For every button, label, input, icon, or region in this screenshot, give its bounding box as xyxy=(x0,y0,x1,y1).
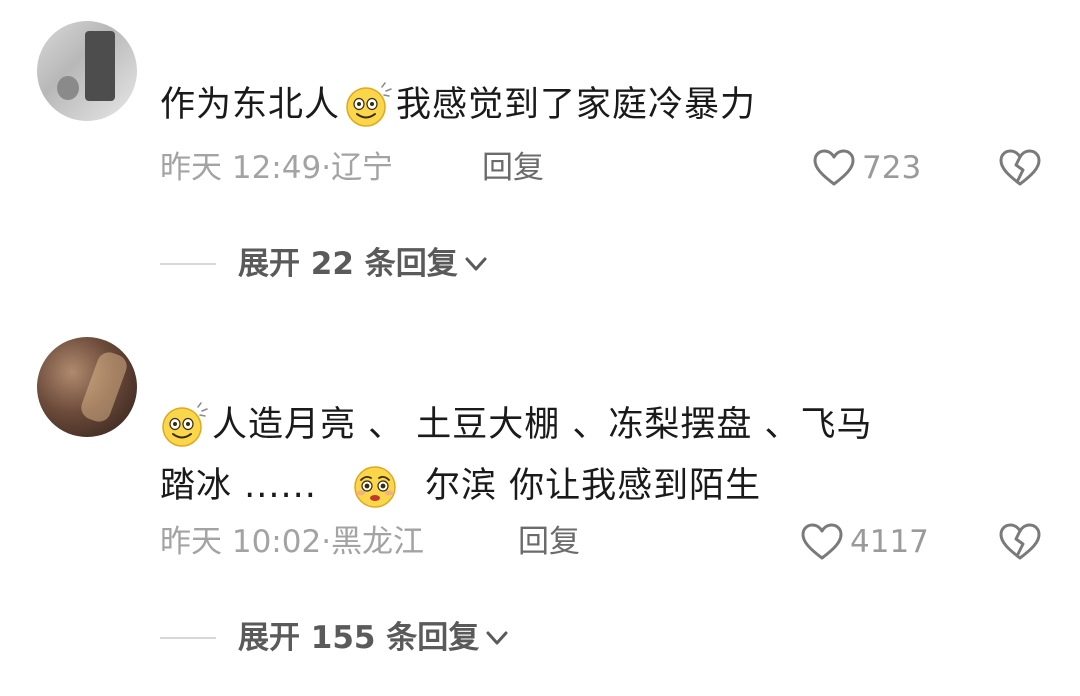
comment-text: 作为东北人 我感觉到了家庭冷暴力 xyxy=(160,74,1040,135)
comment-meta: 昨天 12:49·辽宁 回复 723 xyxy=(160,148,1042,188)
comment-timestamp: 昨天 10:02·黑龙江 xyxy=(160,522,424,562)
avatar-object xyxy=(57,76,79,100)
avatar-figure xyxy=(85,31,115,101)
comment-location: 辽宁 xyxy=(331,150,394,186)
chevron-down-icon xyxy=(465,257,487,271)
like-count: 4117 xyxy=(850,524,929,560)
comment-time: 昨天 10:02 xyxy=(160,524,322,560)
comment-location: 黑龙江 xyxy=(331,524,425,560)
pleading-emoji-icon xyxy=(354,466,396,508)
comment-meta: 昨天 10:02·黑龙江 回复 4117 xyxy=(160,522,1042,562)
comment-timestamp: 昨天 12:49·辽宁 xyxy=(160,148,393,188)
avatar[interactable] xyxy=(37,337,137,437)
expand-replies[interactable]: 展开 155 条回复 xyxy=(160,618,511,658)
broken-heart-icon[interactable] xyxy=(998,522,1042,562)
divider xyxy=(160,637,216,639)
comment-time: 昨天 12:49 xyxy=(160,150,322,186)
heart-icon xyxy=(801,523,843,560)
meta-separator: · xyxy=(321,524,332,560)
like-count: 723 xyxy=(862,150,922,186)
expand-replies[interactable]: 展开 22 条回复 xyxy=(160,244,490,284)
comment-text-part: 踏冰 ...... xyxy=(160,466,317,506)
chevron-down-icon xyxy=(486,631,508,645)
meta-separator: · xyxy=(321,150,332,186)
comment-text: 人造月亮 、 土豆大棚 、冻梨摆盘 、飞马 踏冰 ...... 尔滨 你让我感到… xyxy=(160,394,1040,516)
avatar[interactable] xyxy=(37,21,137,121)
smiling-sweat-emoji-icon xyxy=(346,82,392,127)
broken-heart-icon[interactable] xyxy=(998,148,1042,188)
like-button[interactable]: 723 xyxy=(812,148,921,188)
comment-text-part: 尔滨 你让我感到陌生 xyxy=(425,466,762,506)
like-button[interactable]: 4117 xyxy=(800,522,929,562)
expand-replies-label: 展开 155 条回复 xyxy=(238,620,480,656)
comment-item: 人造月亮 、 土豆大棚 、冻梨摆盘 、飞马 踏冰 ...... 尔滨 你让我感到… xyxy=(0,330,1080,696)
expand-replies-label: 展开 22 条回复 xyxy=(238,246,458,282)
comment-text-part: 我感觉到了家庭冷暴力 xyxy=(396,85,757,125)
heart-icon xyxy=(813,149,855,186)
comment-text-part: 作为东北人 xyxy=(160,85,341,125)
comment-text-part: 人造月亮 、 土豆大棚 、冻梨摆盘 、飞马 xyxy=(212,405,873,445)
reply-button[interactable]: 回复 xyxy=(482,148,544,188)
comment-item: 作为东北人 我感觉到了家庭冷暴力 昨天 12:49·辽宁 回复 723 展开 2… xyxy=(0,0,1080,330)
avatar-figure xyxy=(77,348,131,426)
smiling-sweat-emoji-icon xyxy=(162,402,208,447)
reply-button[interactable]: 回复 xyxy=(518,522,580,562)
divider xyxy=(160,263,216,265)
